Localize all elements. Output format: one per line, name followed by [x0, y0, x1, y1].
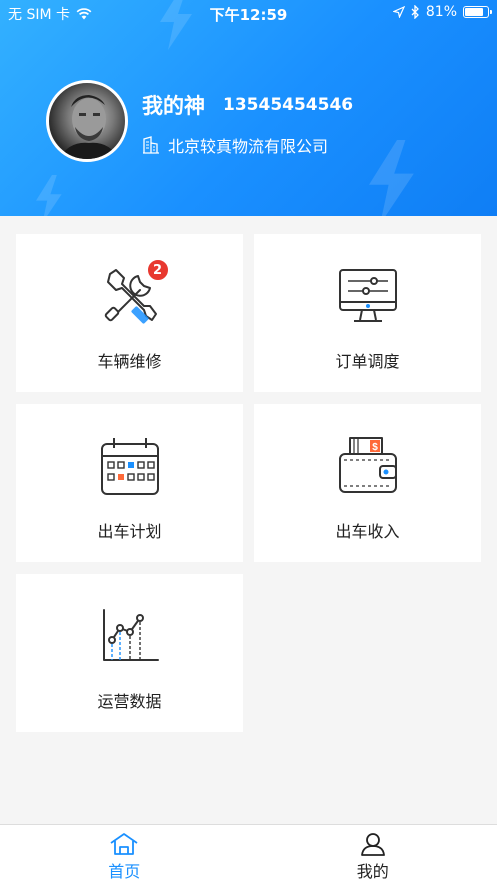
lightning-decoration-icon — [36, 175, 62, 216]
person-icon — [360, 833, 385, 856]
menu-card-label: 订单调度 — [335, 352, 400, 371]
svg-text:$: $ — [372, 442, 378, 453]
tab-mine[interactable]: 我的 — [249, 825, 497, 883]
menu-card-trip-plan[interactable]: 出车计划 — [16, 404, 243, 562]
wallet-icon: $ — [338, 437, 397, 493]
menu-card-label: 运营数据 — [97, 692, 162, 711]
company-name: 北京较真物流有限公司 — [168, 137, 329, 156]
profile-header: 无 SIM 卡 下午12:59 81% 我的神 13545454546 北京较真… — [0, 0, 497, 216]
bottom-tab-bar: 首页 我的 — [0, 824, 497, 883]
lightning-decoration-icon — [369, 140, 414, 216]
location-arrow-icon — [392, 6, 405, 18]
menu-card-label: 出车收入 — [335, 522, 400, 541]
repair-count-badge: 2 — [145, 258, 170, 282]
user-phone: 13545454546 — [223, 95, 354, 115]
tab-home-label: 首页 — [108, 862, 141, 881]
avatar[interactable] — [46, 80, 128, 162]
status-bar: 无 SIM 卡 下午12:59 81% — [0, 0, 497, 26]
monitor-dispatch-icon — [338, 269, 397, 322]
menu-card-label: 车辆维修 — [97, 352, 162, 371]
battery-level — [465, 8, 483, 16]
company-row: 北京较真物流有限公司 — [142, 133, 328, 157]
battery-percent: 81% — [425, 4, 457, 20]
home-icon — [110, 833, 138, 855]
tab-home[interactable]: 首页 — [0, 825, 249, 883]
bluetooth-icon — [411, 5, 419, 19]
user-name: 我的神 — [142, 94, 205, 118]
menu-card-operation-data[interactable]: 运营数据 — [16, 574, 243, 732]
menu-card-order-dispatch[interactable]: 订单调度 — [254, 234, 481, 392]
battery-icon — [463, 6, 492, 18]
menu-card-vehicle-repair[interactable]: 2 车辆维修 — [16, 234, 243, 392]
menu-card-label: 出车计划 — [97, 522, 162, 541]
avatar-portrait-icon — [59, 95, 119, 159]
calendar-icon — [100, 438, 159, 495]
menu-card-trip-income[interactable]: $ 出车收入 — [254, 404, 481, 562]
tab-mine-label: 我的 — [356, 862, 389, 881]
line-chart-icon — [102, 609, 159, 661]
building-icon — [143, 136, 159, 154]
